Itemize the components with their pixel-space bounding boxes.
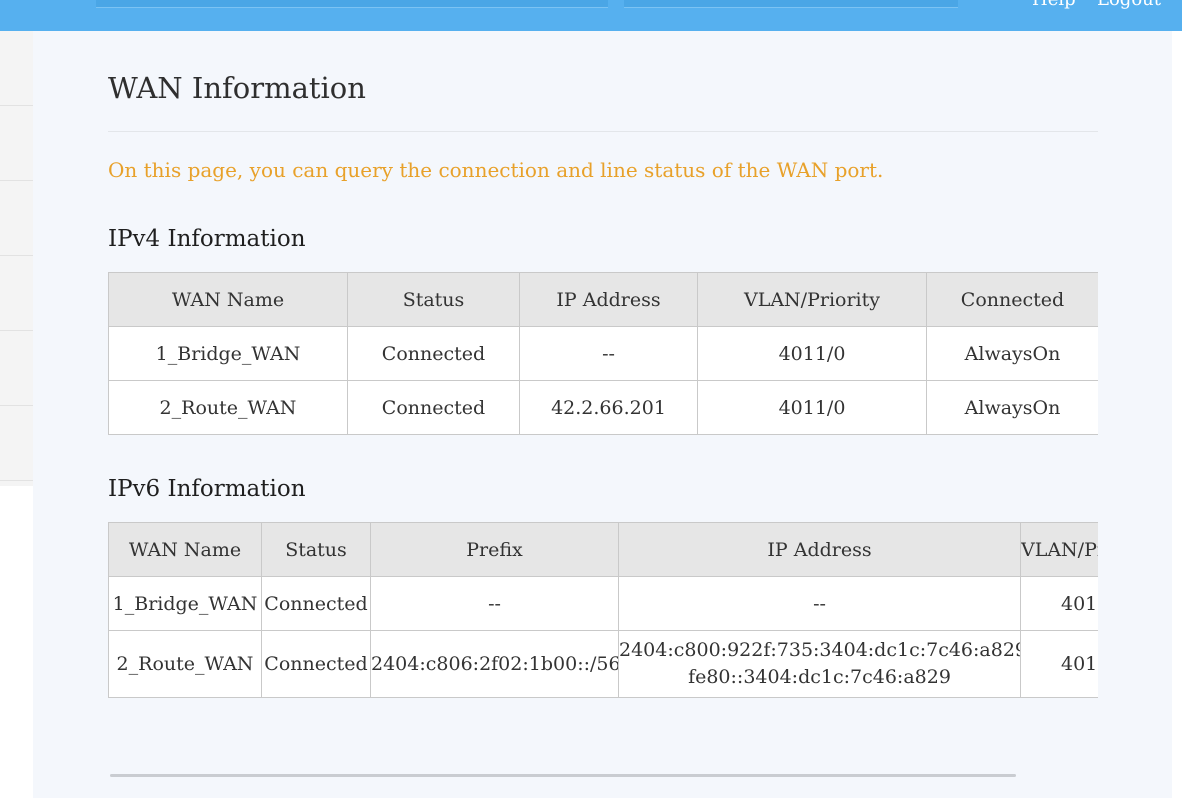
column-header: IP Address xyxy=(618,522,1021,577)
main-content: WAN Information On this page, you can qu… xyxy=(33,31,1172,798)
ipv4-table-wrap: WAN Name Status IP Address VLAN/Priority… xyxy=(108,272,1098,435)
table-row: 2_Route_WAN Connected 42.2.66.201 4011/0… xyxy=(108,380,1098,435)
page-notice: On this page, you can query the connecti… xyxy=(108,158,884,182)
table-cell: 2_Route_WAN xyxy=(108,380,348,435)
table-cell: -- xyxy=(519,326,698,381)
table-cell: Connected xyxy=(261,630,371,698)
ip-address-primary: 2404:c800:922f:735:3404:dc1c:7c46:a829 xyxy=(619,639,1021,661)
sidebar-item[interactable] xyxy=(0,31,33,106)
ipv4-table: WAN Name Status IP Address VLAN/Priority… xyxy=(108,272,1098,435)
logout-link[interactable]: Logout xyxy=(1097,0,1161,10)
table-cell: 2404:c806:2f02:1b00::/56 xyxy=(370,630,619,698)
ipv6-table-wrap[interactable]: WAN Name Status Prefix IP Address VLAN/P… xyxy=(108,522,1098,698)
sidebar-item[interactable] xyxy=(0,181,33,256)
table-cell: 42.2.66.201 xyxy=(519,380,698,435)
table-cell: 4011/0 xyxy=(697,326,927,381)
column-header: Connected xyxy=(926,272,1098,327)
table-cell: -- xyxy=(618,576,1021,631)
table-cell: Connected xyxy=(347,380,520,435)
sidebar-item[interactable] xyxy=(0,256,33,331)
sidebar-item[interactable] xyxy=(0,331,33,406)
sidebar xyxy=(0,31,33,486)
ipv4-section-title: IPv4 Information xyxy=(108,226,306,252)
table-cell: AlwaysOn xyxy=(926,326,1098,381)
sidebar-item[interactable] xyxy=(0,106,33,181)
table-cell: 4011/0 xyxy=(1020,576,1098,631)
ipv6-section-title: IPv6 Information xyxy=(108,476,306,502)
column-header: IP Address xyxy=(519,272,698,327)
horizontal-scrollbar[interactable] xyxy=(110,774,1016,777)
column-header: Status xyxy=(261,522,371,577)
column-header: Status xyxy=(347,272,520,327)
table-cell: 1_Bridge_WAN xyxy=(108,326,348,381)
table-cell: 2404:c800:922f:735:3404:dc1c:7c46:a829 f… xyxy=(618,630,1021,698)
table-cell: Connected xyxy=(347,326,520,381)
title-divider xyxy=(108,131,1098,132)
top-secondary-field[interactable] xyxy=(624,0,958,8)
column-header: VLAN/Priority xyxy=(1020,522,1098,577)
top-search-field[interactable] xyxy=(96,0,608,8)
column-header: WAN Name xyxy=(108,522,262,577)
table-header-row: WAN Name Status IP Address VLAN/Priority… xyxy=(108,272,1098,327)
table-cell: -- xyxy=(370,576,619,631)
column-header: Prefix xyxy=(370,522,619,577)
table-row: 1_Bridge_WAN Connected -- -- 4011/0 xyxy=(108,576,1098,631)
table-cell: 4011/0 xyxy=(697,380,927,435)
column-header: VLAN/Priority xyxy=(697,272,927,327)
table-header-row: WAN Name Status Prefix IP Address VLAN/P… xyxy=(108,522,1098,577)
column-header: WAN Name xyxy=(108,272,348,327)
top-bar: Help Logout xyxy=(0,0,1182,31)
sidebar-item[interactable] xyxy=(0,406,33,481)
table-cell: AlwaysOn xyxy=(926,380,1098,435)
ipv6-table: WAN Name Status Prefix IP Address VLAN/P… xyxy=(108,522,1098,698)
table-cell: 1_Bridge_WAN xyxy=(108,576,262,631)
table-row: 2_Route_WAN Connected 2404:c806:2f02:1b0… xyxy=(108,630,1098,698)
table-row: 1_Bridge_WAN Connected -- 4011/0 AlwaysO… xyxy=(108,326,1098,381)
ip-address-secondary: fe80::3404:dc1c:7c46:a829 xyxy=(688,666,951,688)
table-cell: 2_Route_WAN xyxy=(108,630,262,698)
table-cell: Connected xyxy=(261,576,371,631)
page-title: WAN Information xyxy=(108,71,366,105)
table-cell: 4011/0 xyxy=(1020,630,1098,698)
help-link[interactable]: Help xyxy=(1032,0,1076,10)
